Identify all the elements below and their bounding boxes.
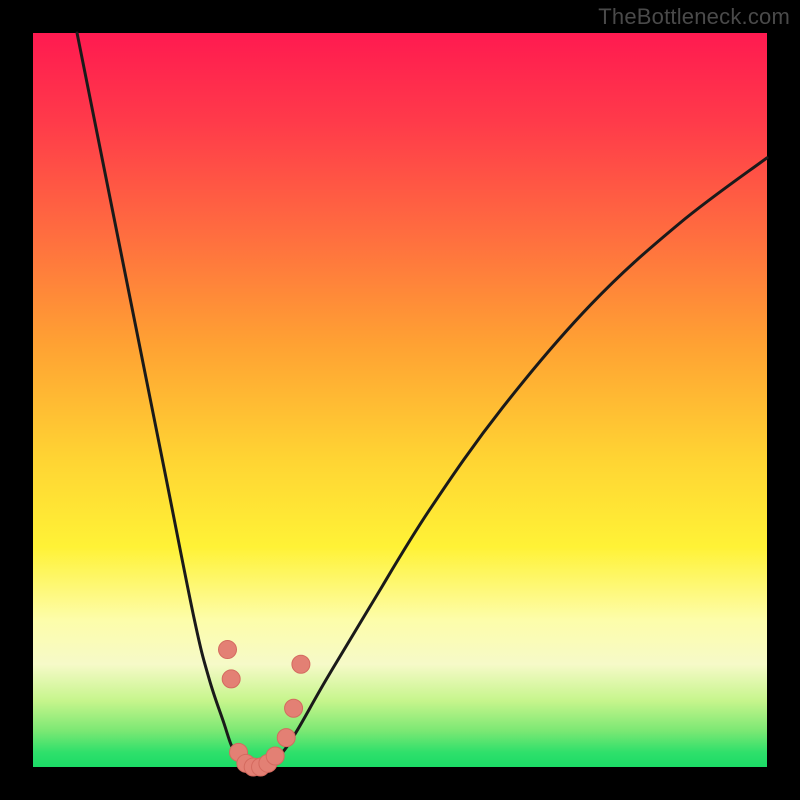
data-marker (219, 641, 237, 659)
curve-markers (219, 641, 310, 776)
curve-right-branch (253, 158, 767, 768)
watermark-text: TheBottleneck.com (598, 4, 790, 30)
data-marker (285, 699, 303, 717)
data-marker (292, 655, 310, 673)
chart-svg (33, 33, 767, 767)
data-marker (222, 670, 240, 688)
plot-area (33, 33, 767, 767)
data-marker (277, 729, 295, 747)
data-marker (266, 747, 284, 765)
chart-frame: TheBottleneck.com (0, 0, 800, 800)
